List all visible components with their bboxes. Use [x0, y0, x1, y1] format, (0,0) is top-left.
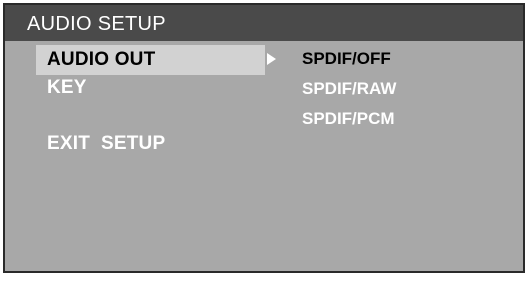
menu-item-key[interactable]: KEY — [47, 77, 87, 99]
option-spdif-pcm[interactable]: SPDIF/PCM — [302, 109, 395, 129]
option-spdif-raw[interactable]: SPDIF/RAW — [302, 79, 396, 99]
option-spdif-off[interactable]: SPDIF/OFF — [302, 49, 391, 69]
triangle-right-icon — [267, 53, 276, 65]
menu-item-exit-setup[interactable]: EXIT SETUP — [47, 133, 165, 155]
menu-item-audio-out[interactable]: AUDIO OUT — [47, 49, 155, 71]
menu-title: AUDIO SETUP — [27, 13, 166, 35]
audio-setup-menu: AUDIO SETUP AUDIO OUT KEY EXIT SETUP SPD… — [3, 3, 525, 273]
title-bar: AUDIO SETUP — [5, 5, 523, 41]
